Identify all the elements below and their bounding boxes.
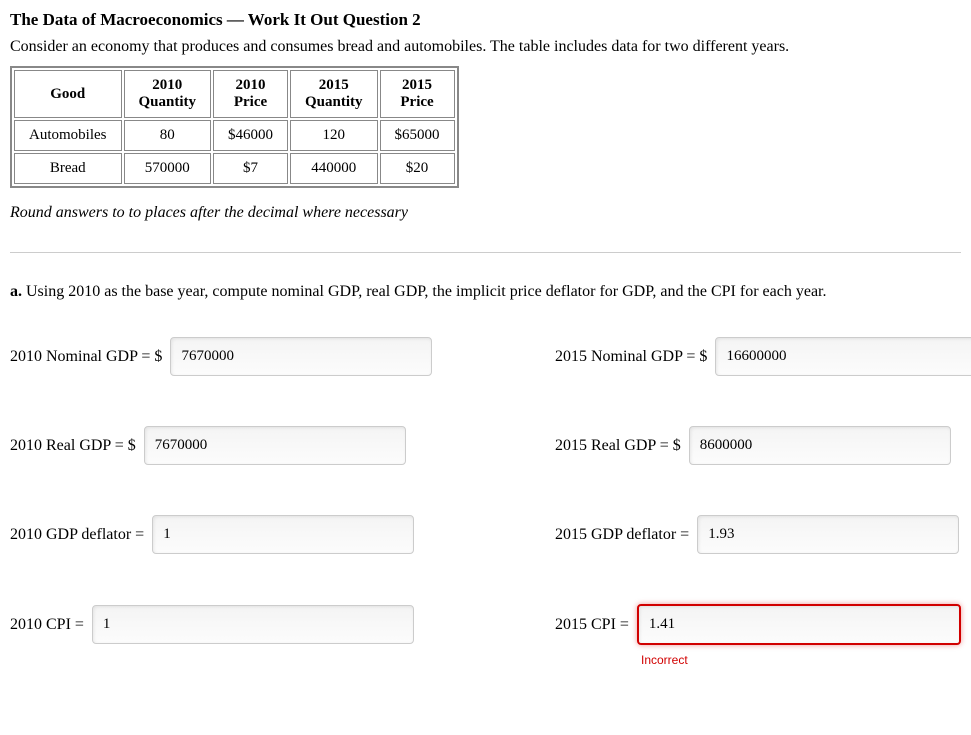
- incorrect-feedback: Incorrect: [641, 653, 688, 667]
- data-table: Good 2010Quantity 2010Price 2015Quantity…: [10, 66, 459, 188]
- deflator-2015-label: 2015 GDP deflator =: [555, 526, 689, 544]
- cell-value: 570000: [124, 153, 212, 184]
- cpi-2010-label: 2010 CPI =: [10, 616, 84, 634]
- real-gdp-2015-label: 2015 Real GDP = $: [555, 437, 681, 455]
- header-qty2010: 2010Quantity: [124, 70, 212, 118]
- cell-value: 440000: [290, 153, 378, 184]
- part-a-prefix: a.: [10, 283, 22, 300]
- cell-value: $65000: [380, 120, 455, 151]
- cell-value: 80: [124, 120, 212, 151]
- deflator-2010-label: 2010 GDP deflator =: [10, 526, 144, 544]
- cpi-2010-input[interactable]: [92, 605, 414, 644]
- header-price2010: 2010Price: [213, 70, 288, 118]
- table-row: Automobiles 80 $46000 120 $65000: [14, 120, 455, 151]
- real-gdp-2010-input[interactable]: [144, 426, 406, 465]
- cell-good: Bread: [14, 153, 122, 184]
- deflator-2015-input[interactable]: [697, 515, 959, 554]
- header-price2015: 2015Price: [380, 70, 455, 118]
- cell-value: $20: [380, 153, 455, 184]
- cell-value: $7: [213, 153, 288, 184]
- question-title: The Data of Macroeconomics — Work It Out…: [10, 10, 961, 30]
- deflator-2010-input[interactable]: [152, 515, 414, 554]
- nominal-gdp-2015-input[interactable]: [715, 337, 971, 376]
- cpi-2015-label: 2015 CPI =: [555, 616, 629, 634]
- real-gdp-2015-input[interactable]: [689, 426, 951, 465]
- header-good: Good: [14, 70, 122, 118]
- separator: [10, 252, 961, 253]
- part-a-text: Using 2010 as the base year, compute nom…: [22, 283, 827, 300]
- header-qty2015: 2015Quantity: [290, 70, 378, 118]
- question-intro: Consider an economy that produces and co…: [10, 38, 961, 56]
- cell-good: Automobiles: [14, 120, 122, 151]
- cell-value: 120: [290, 120, 378, 151]
- table-header-row: Good 2010Quantity 2010Price 2015Quantity…: [14, 70, 455, 118]
- cell-value: $46000: [213, 120, 288, 151]
- rounding-note: Round answers to to places after the dec…: [10, 204, 961, 222]
- real-gdp-2010-label: 2010 Real GDP = $: [10, 437, 136, 455]
- nominal-gdp-2010-input[interactable]: [170, 337, 432, 376]
- nominal-gdp-2010-label: 2010 Nominal GDP = $: [10, 348, 162, 366]
- table-row: Bread 570000 $7 440000 $20: [14, 153, 455, 184]
- nominal-gdp-2015-label: 2015 Nominal GDP = $: [555, 348, 707, 366]
- part-a-prompt: a. Using 2010 as the base year, compute …: [10, 283, 961, 301]
- cpi-2015-input[interactable]: [637, 604, 961, 645]
